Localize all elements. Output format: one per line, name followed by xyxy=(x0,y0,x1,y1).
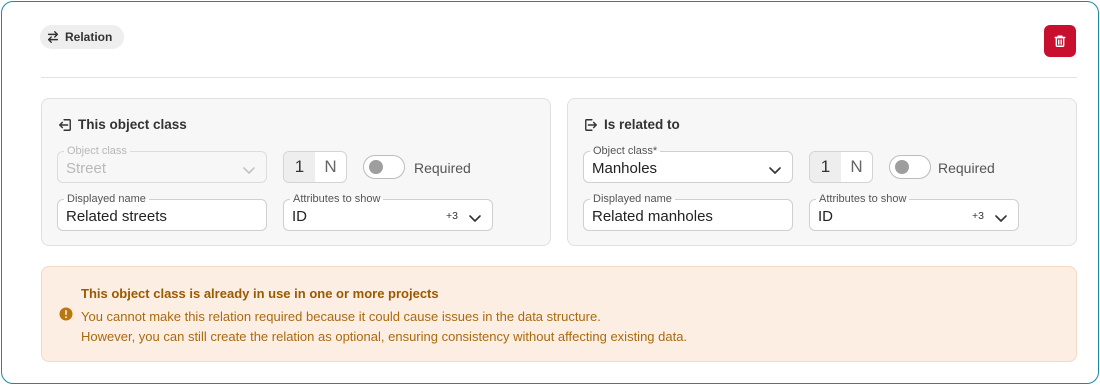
displayed-name-field[interactable]: Displayed name Related manholes xyxy=(583,193,793,231)
more-attributes-count: +3 xyxy=(972,210,984,222)
this-object-class-panel: This object class Object class Street 1 … xyxy=(41,98,551,246)
displayed-name-value: Related manholes xyxy=(592,208,713,225)
switch-knob xyxy=(895,160,909,174)
arrow-left-into-box-icon xyxy=(58,118,72,132)
trash-icon xyxy=(1053,34,1067,48)
warning-banner: This object class is already in use in o… xyxy=(41,266,1077,362)
header-divider xyxy=(41,77,1077,78)
cardinality-one-option[interactable]: 1 xyxy=(810,152,841,182)
cardinality-toggle: 1 N xyxy=(283,151,347,183)
attributes-to-show-label: Attributes to show xyxy=(816,193,910,205)
attributes-to-show-value: ID xyxy=(818,208,833,225)
displayed-name-value: Related streets xyxy=(66,208,167,225)
chevron-down-icon xyxy=(768,162,782,174)
panel-title-text: Is related to xyxy=(604,117,680,132)
chevron-down-icon xyxy=(994,210,1008,222)
more-attributes-count: +3 xyxy=(446,210,458,222)
object-class-value: Street xyxy=(66,160,107,177)
required-switch[interactable] xyxy=(363,155,405,179)
switch-knob xyxy=(369,160,383,174)
relation-chip: Relation xyxy=(40,25,124,49)
panel-title-text: This object class xyxy=(78,117,187,132)
object-class-label: Object class* xyxy=(590,145,661,157)
displayed-name-field[interactable]: Displayed name Related streets xyxy=(57,193,267,231)
object-class-select[interactable]: Object class Street xyxy=(57,145,267,183)
chevron-down-icon xyxy=(468,210,482,222)
required-label: Required xyxy=(938,160,995,176)
panel-title: This object class xyxy=(58,117,187,132)
panel-title: Is related to xyxy=(584,117,680,132)
object-class-value: Manholes xyxy=(592,160,658,177)
relation-card: Relation This object class Object class … xyxy=(1,1,1099,384)
object-class-select[interactable]: Object class* Manholes xyxy=(583,145,793,183)
cardinality-many-option[interactable]: N xyxy=(841,152,872,182)
warning-line-1: You cannot make this relation required b… xyxy=(81,309,601,324)
attributes-to-show-label: Attributes to show xyxy=(290,193,384,205)
cardinality-toggle: 1 N xyxy=(809,151,873,183)
warning-circle-icon xyxy=(59,307,73,321)
cardinality-one-option[interactable]: 1 xyxy=(284,152,315,182)
arrow-right-into-box-icon xyxy=(584,118,598,132)
attributes-to-show-value: ID xyxy=(292,208,307,225)
object-class-label: Object class xyxy=(64,145,130,157)
displayed-name-label: Displayed name xyxy=(590,193,675,205)
is-related-to-panel: Is related to Object class* Manholes 1 N… xyxy=(567,98,1077,246)
warning-line-2: However, you can still create the relati… xyxy=(81,329,688,344)
attributes-to-show-select[interactable]: Attributes to show ID +3 xyxy=(283,193,493,231)
chevron-down-icon xyxy=(242,162,256,174)
required-switch[interactable] xyxy=(889,155,931,179)
required-label: Required xyxy=(414,160,471,176)
attributes-to-show-select[interactable]: Attributes to show ID +3 xyxy=(809,193,1019,231)
delete-relation-button[interactable] xyxy=(1044,25,1076,57)
relation-chip-label: Relation xyxy=(65,30,113,44)
displayed-name-label: Displayed name xyxy=(64,193,149,205)
cardinality-many-option[interactable]: N xyxy=(315,152,346,182)
swap-arrows-icon xyxy=(46,30,60,44)
warning-title: This object class is already in use in o… xyxy=(81,286,439,301)
